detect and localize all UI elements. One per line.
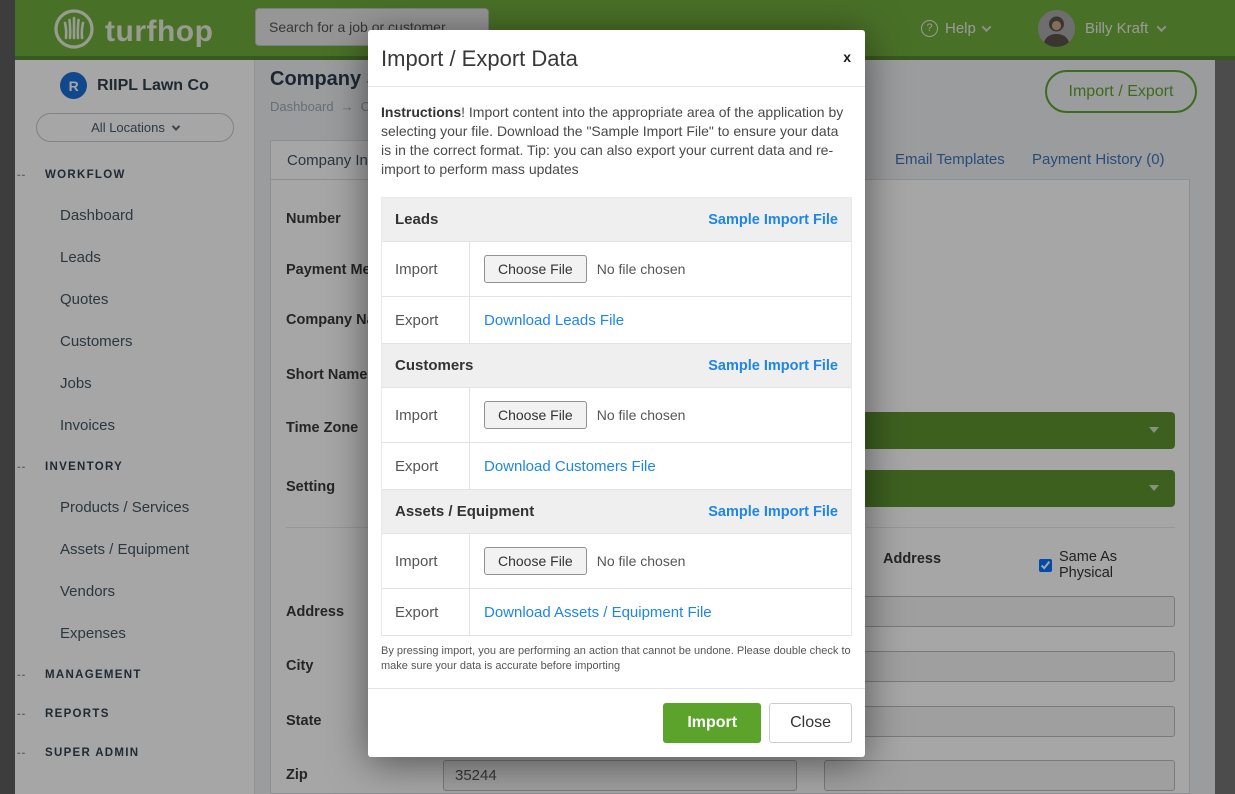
download-assets-link[interactable]: Download Assets / Equipment File (484, 604, 712, 621)
close-icon[interactable]: x (843, 50, 851, 64)
import-row-label: Import (382, 242, 470, 296)
customers-export-row: Export Download Customers File (382, 443, 851, 490)
import-row-label: Import (382, 534, 470, 588)
download-leads-link[interactable]: Download Leads File (484, 312, 624, 329)
customers-sample-import-link[interactable]: Sample Import File (708, 358, 838, 374)
close-button[interactable]: Close (769, 703, 852, 743)
app-root: turfhop ? Help Billy Kraft R RIIPL Lawn … (0, 0, 1235, 794)
modal-body: Instructions! Import content into the ap… (368, 87, 865, 674)
leads-sample-import-link[interactable]: Sample Import File (708, 212, 838, 228)
customers-section-title: Customers (395, 357, 473, 374)
assets-no-file-text: No file chosen (597, 553, 686, 569)
import-export-table: Leads Sample Import File Import Choose F… (381, 197, 852, 636)
assets-sample-import-link[interactable]: Sample Import File (708, 504, 838, 520)
export-row-label: Export (382, 443, 470, 489)
instructions-text: Instructions! Import content into the ap… (381, 103, 852, 179)
export-row-label: Export (382, 297, 470, 343)
leads-choose-file-button[interactable]: Choose File (484, 255, 587, 283)
customers-import-row: Import Choose File No file chosen (382, 388, 851, 443)
customers-no-file-text: No file chosen (597, 407, 686, 423)
assets-export-row: Export Download Assets / Equipment File (382, 589, 851, 636)
leads-no-file-text: No file chosen (597, 261, 686, 277)
modal-header: Import / Export Data x (368, 30, 865, 87)
assets-choose-file-button[interactable]: Choose File (484, 547, 587, 575)
customers-choose-file-button[interactable]: Choose File (484, 401, 587, 429)
leads-section-header: Leads Sample Import File (382, 198, 851, 242)
leads-export-row: Export Download Leads File (382, 297, 851, 344)
download-customers-link[interactable]: Download Customers File (484, 458, 656, 475)
leads-section-title: Leads (395, 211, 438, 228)
customers-section-header: Customers Sample Import File (382, 344, 851, 388)
modal-title: Import / Export Data (381, 46, 852, 72)
import-button[interactable]: Import (663, 703, 761, 743)
import-row-label: Import (382, 388, 470, 442)
assets-import-row: Import Choose File No file chosen (382, 534, 851, 589)
export-row-label: Export (382, 589, 470, 635)
leads-import-row: Import Choose File No file chosen (382, 242, 851, 297)
assets-section-header: Assets / Equipment Sample Import File (382, 490, 851, 534)
import-export-modal: Import / Export Data x Instructions! Imp… (368, 30, 865, 757)
instructions-bold: Instructions (381, 104, 461, 120)
import-warning-text: By pressing import, you are performing a… (381, 644, 852, 674)
assets-section-title: Assets / Equipment (395, 503, 534, 520)
modal-footer: Import Close (368, 688, 865, 757)
